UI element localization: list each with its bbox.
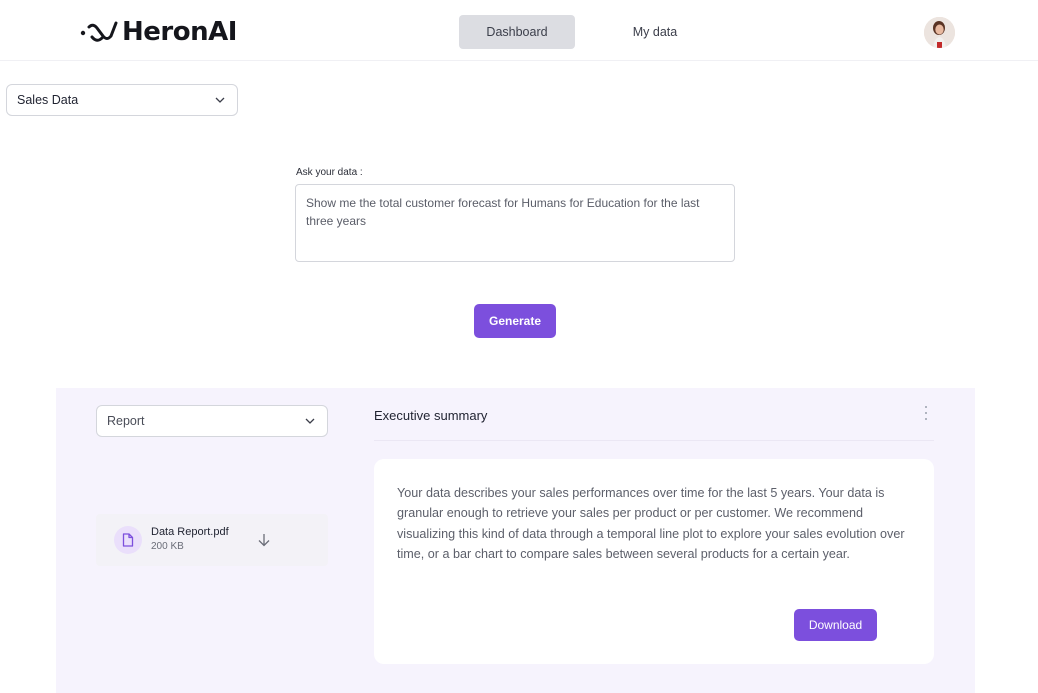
- heron-logo-icon: [80, 21, 118, 42]
- chevron-down-icon: [305, 418, 315, 424]
- logo-text: HeronAI: [122, 17, 237, 47]
- report-select-value: Report: [107, 414, 145, 428]
- user-avatar[interactable]: [924, 17, 955, 48]
- arrow-down-icon[interactable]: [256, 532, 272, 548]
- file-name: Data Report.pdf: [151, 526, 229, 538]
- file-icon: [114, 526, 142, 554]
- summary-text: Your data describes your sales performan…: [397, 486, 905, 561]
- kebab-menu-icon[interactable]: [918, 404, 934, 422]
- summary-title: Executive summary: [374, 408, 488, 423]
- top-nav-bar: HeronAI Dashboard My data: [0, 0, 1038, 61]
- summary-divider: [374, 440, 934, 441]
- avatar-image: [924, 17, 955, 48]
- file-size: 200 KB: [151, 541, 184, 552]
- report-type-select[interactable]: Report: [96, 405, 328, 437]
- report-panel: Report Data Report.pdf 200 KB Executive …: [56, 388, 975, 693]
- generate-button[interactable]: Generate: [474, 304, 556, 338]
- chevron-down-icon: [215, 97, 225, 103]
- tab-my-data[interactable]: My data: [605, 15, 705, 49]
- dataset-select[interactable]: Sales Data: [6, 84, 238, 116]
- download-button[interactable]: Download: [794, 609, 877, 641]
- file-card[interactable]: Data Report.pdf 200 KB: [96, 514, 328, 566]
- tab-dashboard[interactable]: Dashboard: [459, 15, 575, 49]
- ask-input[interactable]: Show me the total customer forecast for …: [295, 184, 735, 262]
- ask-label: Ask your data :: [296, 167, 363, 178]
- summary-card: Your data describes your sales performan…: [374, 459, 934, 664]
- dataset-select-value: Sales Data: [17, 93, 79, 107]
- logo[interactable]: HeronAI: [80, 17, 237, 47]
